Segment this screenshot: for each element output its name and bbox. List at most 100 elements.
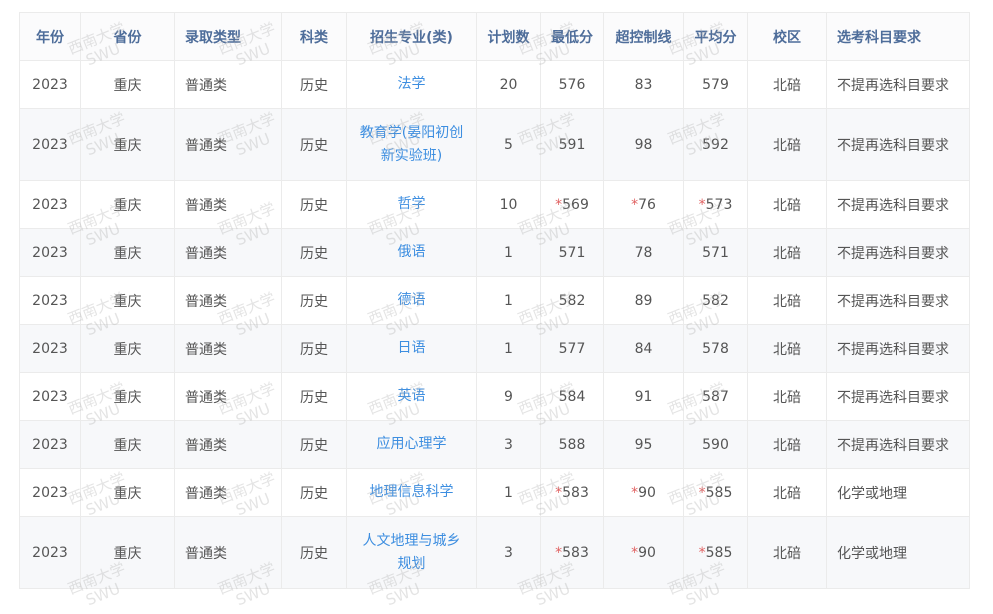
cell-avg-score: 590 [683, 420, 748, 469]
cell-subject-requirement: 化学或地理 [826, 516, 970, 589]
cell-plan-count: 1 [476, 324, 541, 373]
cell-plan-count: 3 [476, 516, 541, 589]
cell-avg-score: 579 [683, 60, 748, 109]
cell-avg-score: 587 [683, 372, 748, 421]
cell-over-control-line: 95 [603, 420, 684, 469]
cell-subject-category: 历史 [281, 420, 347, 469]
cell-subject-category: 历史 [281, 60, 347, 109]
cell-year: 2023 [19, 108, 81, 181]
cell-over-control-line: *76 [603, 180, 684, 229]
cell-year: 2023 [19, 228, 81, 277]
cell-major[interactable]: 德语 [346, 276, 477, 325]
major-link[interactable]: 哲学 [398, 193, 426, 216]
asterisk-mark: * [698, 484, 706, 501]
cell-plan-count: 1 [476, 276, 541, 325]
score-value: 591 [558, 136, 586, 153]
major-link[interactable]: 教育学(晏阳初创新实验班) [357, 122, 467, 168]
score-value: 588 [558, 436, 586, 453]
header-min-score: 最低分 [540, 12, 604, 61]
cell-major[interactable]: 教育学(晏阳初创新实验班) [346, 108, 477, 181]
cell-campus: 北碚 [747, 108, 827, 181]
table-row: 2023 重庆 普通类 历史 地理信息科学 1 *583 *90 *585 北碚 化学或地理 [19, 468, 970, 517]
cell-province: 重庆 [80, 468, 175, 517]
cell-over-control-line: *90 [603, 516, 684, 589]
cell-min-score: *583 [540, 516, 604, 589]
cell-min-score: *569 [540, 180, 604, 229]
cell-campus: 北碚 [747, 372, 827, 421]
cell-subject-requirement: 不提再选科目要求 [826, 276, 970, 325]
cell-over-control-line: 83 [603, 60, 684, 109]
header-subject-requirement: 选考科目要求 [826, 12, 970, 61]
major-link[interactable]: 法学 [398, 73, 426, 96]
cell-admission-type: 普通类 [174, 420, 282, 469]
cell-campus: 北碚 [747, 420, 827, 469]
cell-major[interactable]: 法学 [346, 60, 477, 109]
cell-major[interactable]: 哲学 [346, 180, 477, 229]
cell-admission-type: 普通类 [174, 228, 282, 277]
header-admission-type: 录取类型 [174, 12, 282, 61]
cell-major[interactable]: 地理信息科学 [346, 468, 477, 517]
cell-major[interactable]: 人文地理与城乡规划 [346, 516, 477, 589]
score-value: 584 [558, 388, 586, 405]
cell-avg-score: 571 [683, 228, 748, 277]
cell-campus: 北碚 [747, 180, 827, 229]
major-link[interactable]: 地理信息科学 [370, 481, 454, 504]
cell-subject-requirement: 不提再选科目要求 [826, 108, 970, 181]
cell-admission-type: 普通类 [174, 516, 282, 589]
score-value: 573 [705, 196, 733, 213]
cell-admission-type: 普通类 [174, 180, 282, 229]
major-link[interactable]: 英语 [398, 385, 426, 408]
cell-subject-requirement: 不提再选科目要求 [826, 324, 970, 373]
asterisk-mark: * [698, 544, 706, 561]
header-year: 年份 [19, 12, 81, 61]
score-value: 90 [638, 484, 656, 501]
cell-plan-count: 1 [476, 228, 541, 277]
cell-subject-requirement: 不提再选科目要求 [826, 180, 970, 229]
admission-scores-table: 年份 省份 录取类型 科类 招生专业(类) 计划数 最低分 超控制线 平均分 校… [19, 12, 970, 589]
score-value: 583 [562, 544, 589, 561]
cell-major[interactable]: 英语 [346, 372, 477, 421]
score-value: 587 [702, 388, 729, 405]
major-link[interactable]: 日语 [398, 337, 426, 360]
major-link[interactable]: 应用心理学 [377, 433, 447, 456]
cell-province: 重庆 [80, 420, 175, 469]
cell-year: 2023 [19, 324, 81, 373]
cell-subject-requirement: 不提再选科目要求 [826, 60, 970, 109]
cell-min-score: 584 [540, 372, 604, 421]
cell-major[interactable]: 俄语 [346, 228, 477, 277]
cell-over-control-line: 89 [603, 276, 684, 325]
cell-province: 重庆 [80, 108, 175, 181]
table-row: 2023 重庆 普通类 历史 教育学(晏阳初创新实验班) 5 591 98 592 北碚 不提再选科… [19, 108, 970, 181]
cell-major[interactable]: 应用心理学 [346, 420, 477, 469]
cell-min-score: 582 [540, 276, 604, 325]
cell-province: 重庆 [80, 60, 175, 109]
score-value: 576 [558, 76, 586, 93]
cell-min-score: *583 [540, 468, 604, 517]
cell-province: 重庆 [80, 180, 175, 229]
cell-plan-count: 3 [476, 420, 541, 469]
cell-campus: 北碚 [747, 276, 827, 325]
cell-avg-score: 582 [683, 276, 748, 325]
cell-major[interactable]: 日语 [346, 324, 477, 373]
cell-min-score: 591 [540, 108, 604, 181]
major-link[interactable]: 人文地理与城乡规划 [357, 530, 467, 576]
cell-campus: 北碚 [747, 516, 827, 589]
cell-admission-type: 普通类 [174, 60, 282, 109]
major-link[interactable]: 俄语 [398, 241, 426, 264]
cell-subject-requirement: 不提再选科目要求 [826, 228, 970, 277]
score-value: 585 [705, 484, 733, 501]
cell-year: 2023 [19, 516, 81, 589]
score-value: 577 [558, 340, 586, 357]
cell-admission-type: 普通类 [174, 108, 282, 181]
score-value: 76 [638, 196, 656, 213]
table-row: 2023 重庆 普通类 历史 法学 20 576 83 579 北碚 不提再选科目要求 [19, 60, 970, 109]
cell-over-control-line: 84 [603, 324, 684, 373]
cell-province: 重庆 [80, 372, 175, 421]
score-value: 569 [562, 196, 589, 213]
major-link[interactable]: 德语 [398, 289, 426, 312]
cell-subject-category: 历史 [281, 276, 347, 325]
score-value: 590 [702, 436, 729, 453]
cell-admission-type: 普通类 [174, 276, 282, 325]
cell-avg-score: *573 [683, 180, 748, 229]
cell-subject-category: 历史 [281, 516, 347, 589]
